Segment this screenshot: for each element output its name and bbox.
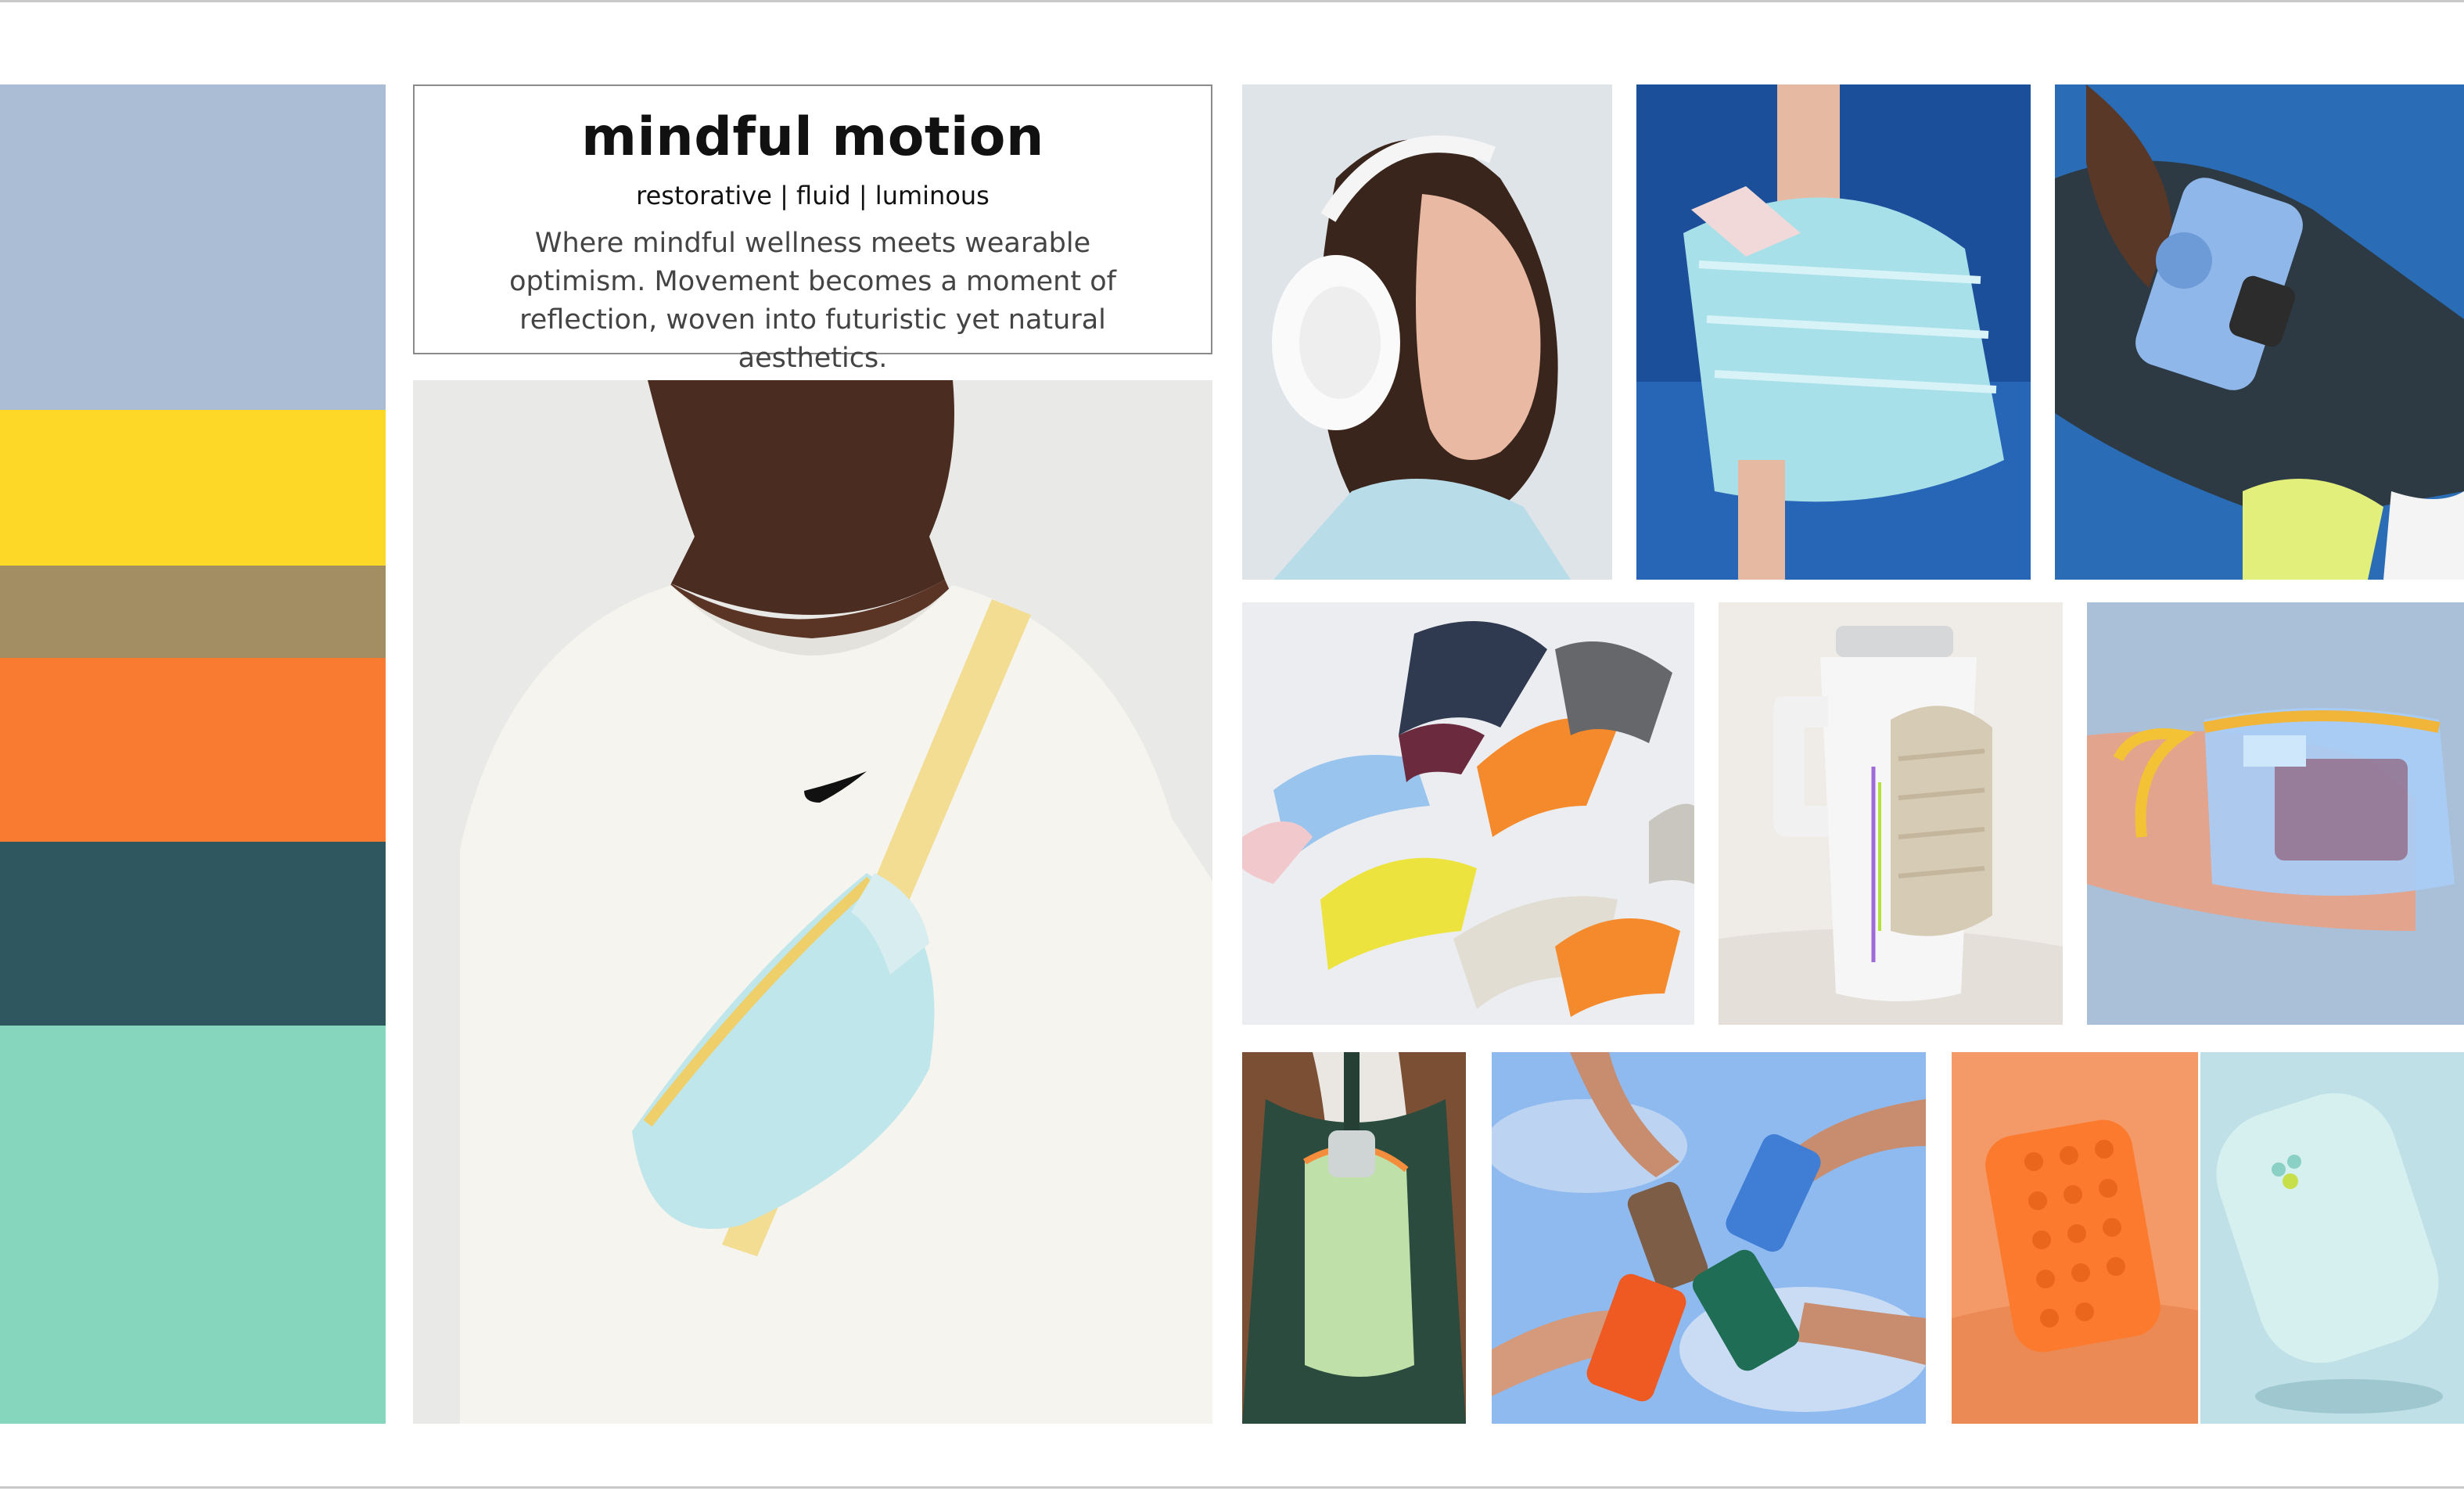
bottom-divider [0,1486,2464,1489]
swatch-sunshine-yellow [0,410,386,566]
swatch-khaki [0,566,386,658]
phone-hands-photo [1492,1052,1926,1424]
bottle-sling-photo [1242,1052,1466,1424]
swatch-periwinkle-blue [0,84,386,410]
top-divider [0,0,2464,2]
clear-pouch-photo [2087,602,2464,1025]
watch-bands-photo [1242,602,1694,1025]
moodboard-description: Where mindful wellness meets wearable op… [509,228,1116,374]
hip-bag-sweatshirt-photo [413,380,1212,1424]
tumbler-pouch-photo [1719,602,2063,1025]
swatch-tangerine [0,658,386,842]
title-card: mindful motion restorative | fluid | lum… [413,84,1212,374]
orange-grip-photo [1952,1052,2198,1424]
color-palette [0,84,386,1424]
phone-case-photo [2055,84,2464,580]
headphones-photo [1242,84,1612,580]
pickleball-bag-photo [1636,84,2031,580]
moodboard-keywords: restorative | fluid | luminous [636,181,990,210]
swatch-deep-teal [0,842,386,1026]
moodboard-title: mindful motion [581,106,1044,168]
power-bank-photo [2200,1052,2464,1424]
swatch-mint-green [0,1026,386,1424]
